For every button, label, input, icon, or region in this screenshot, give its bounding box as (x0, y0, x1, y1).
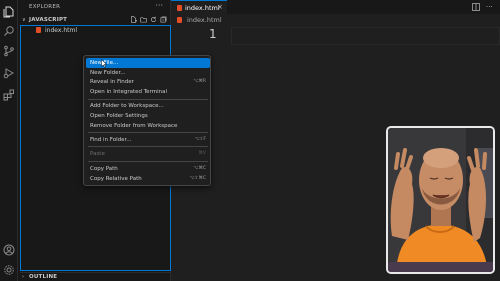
current-line-highlight (231, 27, 500, 45)
workspace-folder-label: JAVASCRIPT (29, 17, 68, 23)
close-icon[interactable]: × (217, 3, 223, 11)
chevron-down-icon: ∨ (22, 17, 26, 23)
chevron-right-icon: › (22, 274, 24, 280)
new-folder-icon[interactable] (140, 16, 147, 23)
menu-item-shortcut: ⌥⇧F (194, 137, 206, 142)
mouse-pointer-icon (101, 59, 107, 68)
menu-item-label: Copy Relative Path (90, 175, 142, 182)
context-menu: New File... New Folder... Reveal in Find… (83, 55, 211, 186)
menu-item-label: Add Folder to Workspace... (90, 102, 164, 109)
editor-tab-bar: index.html × ··· (171, 0, 500, 14)
menu-item-label: Copy Path (90, 165, 118, 172)
menu-item-shortcut: ⌥⌘R (193, 79, 206, 84)
files-icon[interactable] (3, 6, 15, 18)
outline-label: OUTLINE (29, 274, 58, 280)
explorer-more-button[interactable]: ··· (155, 1, 163, 10)
menu-item-find-in-folder[interactable]: Find in Folder... ⌥⇧F (86, 135, 210, 145)
menu-item-open-folder-settings[interactable]: Open Folder Settings (86, 111, 210, 121)
menu-item-open-terminal[interactable]: Open in Integrated Terminal (86, 87, 210, 97)
outline-section-header[interactable]: › OUTLINE (20, 272, 171, 281)
menu-separator (88, 146, 208, 147)
menu-item-reveal-in-finder[interactable]: Reveal in Finder ⌥⌘R (86, 77, 210, 87)
menu-item-label: Open in Integrated Terminal (90, 88, 167, 95)
menu-separator (88, 161, 208, 162)
tab-label: index.html (185, 4, 220, 12)
source-control-icon[interactable] (3, 45, 15, 57)
breadcrumb: index.html (171, 14, 500, 25)
html-file-icon (177, 17, 182, 23)
collapse-all-icon[interactable] (160, 16, 167, 23)
tab-index-html[interactable]: index.html × (171, 0, 227, 14)
menu-item-label: Open Folder Settings (90, 112, 148, 119)
menu-separator (88, 99, 208, 100)
explorer-title: EXPLORER (29, 4, 61, 10)
split-editor-icon[interactable] (472, 3, 480, 11)
menu-item-label: Reveal in Finder (90, 78, 134, 85)
menu-item-add-folder-to-workspace[interactable]: Add Folder to Workspace... (86, 101, 210, 111)
refresh-icon[interactable] (150, 16, 157, 23)
breadcrumb-file[interactable]: index.html (187, 16, 222, 24)
menu-item-label: Remove Folder from Workspace (90, 122, 178, 129)
editor-more-button[interactable]: ··· (486, 3, 494, 11)
menu-item-shortcut: ⌘V (198, 151, 206, 156)
webcam-overlay (386, 126, 495, 274)
menu-separator (88, 132, 208, 133)
menu-item-copy-relative-path[interactable]: Copy Relative Path ⌥⇧⌘C (86, 174, 210, 184)
workspace-section-header[interactable]: ∨ JAVASCRIPT (20, 15, 171, 25)
menu-item-shortcut: ⌥⇧⌘C (189, 176, 206, 181)
html-file-icon (177, 5, 182, 11)
account-icon[interactable] (3, 244, 15, 256)
settings-gear-icon[interactable] (3, 264, 15, 276)
menu-item-copy-path[interactable]: Copy Path ⌥⌘C (86, 164, 210, 174)
new-file-icon[interactable] (130, 16, 137, 23)
line-number: 1 (209, 27, 217, 41)
presenter-video-image (388, 128, 493, 272)
run-debug-icon[interactable] (3, 67, 15, 79)
menu-item-label: Paste (90, 150, 105, 157)
menu-item-remove-folder[interactable]: Remove Folder from Workspace (86, 121, 210, 131)
menu-item-paste: Paste ⌘V (86, 149, 210, 159)
menu-item-label: Find in Folder... (90, 136, 132, 143)
menu-item-label: New Folder... (90, 69, 126, 76)
search-icon[interactable] (3, 25, 15, 37)
menu-item-shortcut: ⌥⌘C (193, 166, 206, 171)
extensions-icon[interactable] (3, 89, 15, 101)
activity-bar (0, 0, 18, 281)
